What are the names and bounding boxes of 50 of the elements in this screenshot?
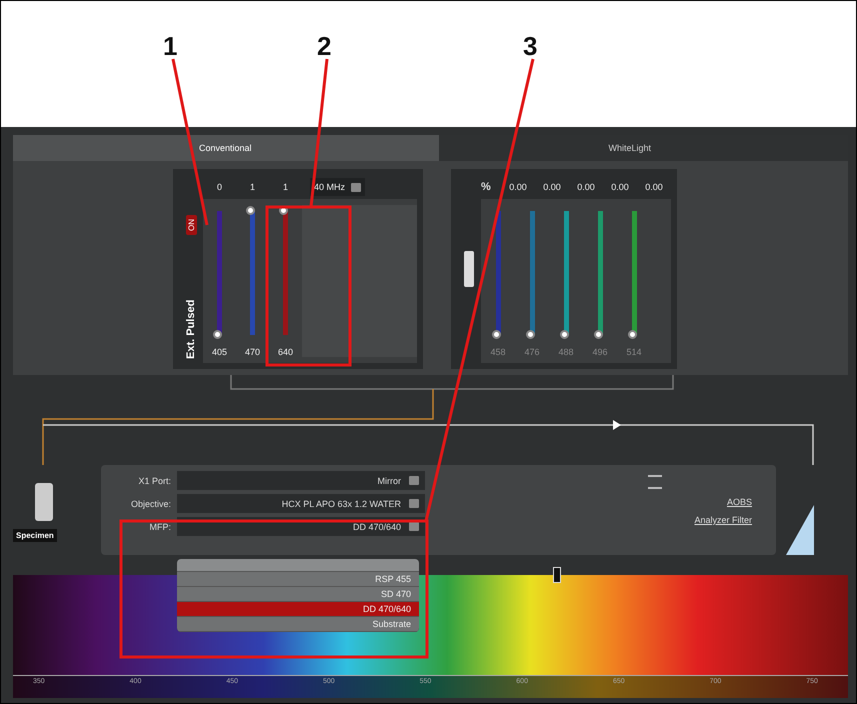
slider-thumb[interactable] <box>492 330 500 339</box>
callout-number: 1 <box>163 31 178 62</box>
link[interactable]: AOBS <box>726 497 752 507</box>
wavelength-marker[interactable] <box>553 567 561 583</box>
menu-option[interactable]: Substrate <box>177 617 419 632</box>
power-value: 1 <box>248 182 256 192</box>
callout-number: 3 <box>523 31 538 62</box>
slider-thumb[interactable] <box>628 330 636 339</box>
menu-option[interactable]: SD 470 <box>177 587 419 602</box>
setting-label: X1 Port: <box>137 476 171 486</box>
specimen-label: Specimen <box>13 529 57 542</box>
setting-label: Objective: <box>130 498 171 508</box>
slider-thumb[interactable] <box>560 330 568 339</box>
power-value: 1 <box>282 182 289 192</box>
power-value: 0.00 <box>576 182 596 192</box>
wavelength-label: 470 <box>244 347 260 357</box>
power-value: 0.00 <box>610 182 630 192</box>
unit-label: % <box>481 181 492 193</box>
filter-icon <box>648 475 662 489</box>
frequency-dropdown[interactable]: 40 MHz <box>310 178 366 196</box>
slider-thumb[interactable] <box>594 330 602 339</box>
slider-thumb[interactable] <box>526 330 534 339</box>
wavelength-label: 514 <box>626 347 642 357</box>
callout-number: 2 <box>317 31 332 62</box>
wavelength-label: 488 <box>558 347 574 357</box>
objective-icon <box>35 483 53 521</box>
wavelength-label: 496 <box>592 347 608 357</box>
switch-icon <box>464 251 474 287</box>
wavelength-label: 405 <box>212 347 228 357</box>
setting-label: MFP: <box>148 522 171 532</box>
menu-option[interactable]: DD 470/640 <box>177 602 419 617</box>
power-value: 0 <box>216 182 223 192</box>
wavelength-label: 476 <box>524 347 540 357</box>
setting-dropdown[interactable]: HCX PL APO 63x 1.2 WATER <box>177 494 425 513</box>
setting-dropdown[interactable]: Mirror <box>177 471 425 490</box>
slider-thumb[interactable] <box>213 330 222 339</box>
power-value: 0.00 <box>542 182 562 192</box>
dropdown-icon <box>351 182 362 192</box>
power-value: 0.00 <box>644 182 664 192</box>
dropdown-icon <box>409 499 419 508</box>
power-value: 0.00 <box>508 182 528 192</box>
wavelength-label: 458 <box>490 347 506 357</box>
slider-thumb[interactable] <box>246 206 255 215</box>
wavelength-label: 640 <box>278 347 294 357</box>
menu-option[interactable]: RSP 455 <box>177 572 419 587</box>
link[interactable]: Analyzer Filter <box>694 515 752 525</box>
on-toggle[interactable]: ON <box>186 215 196 235</box>
tab[interactable]: Conventional <box>13 135 438 161</box>
dropdown-icon <box>409 476 419 485</box>
laser-label: Ext. Pulsed <box>185 298 197 359</box>
